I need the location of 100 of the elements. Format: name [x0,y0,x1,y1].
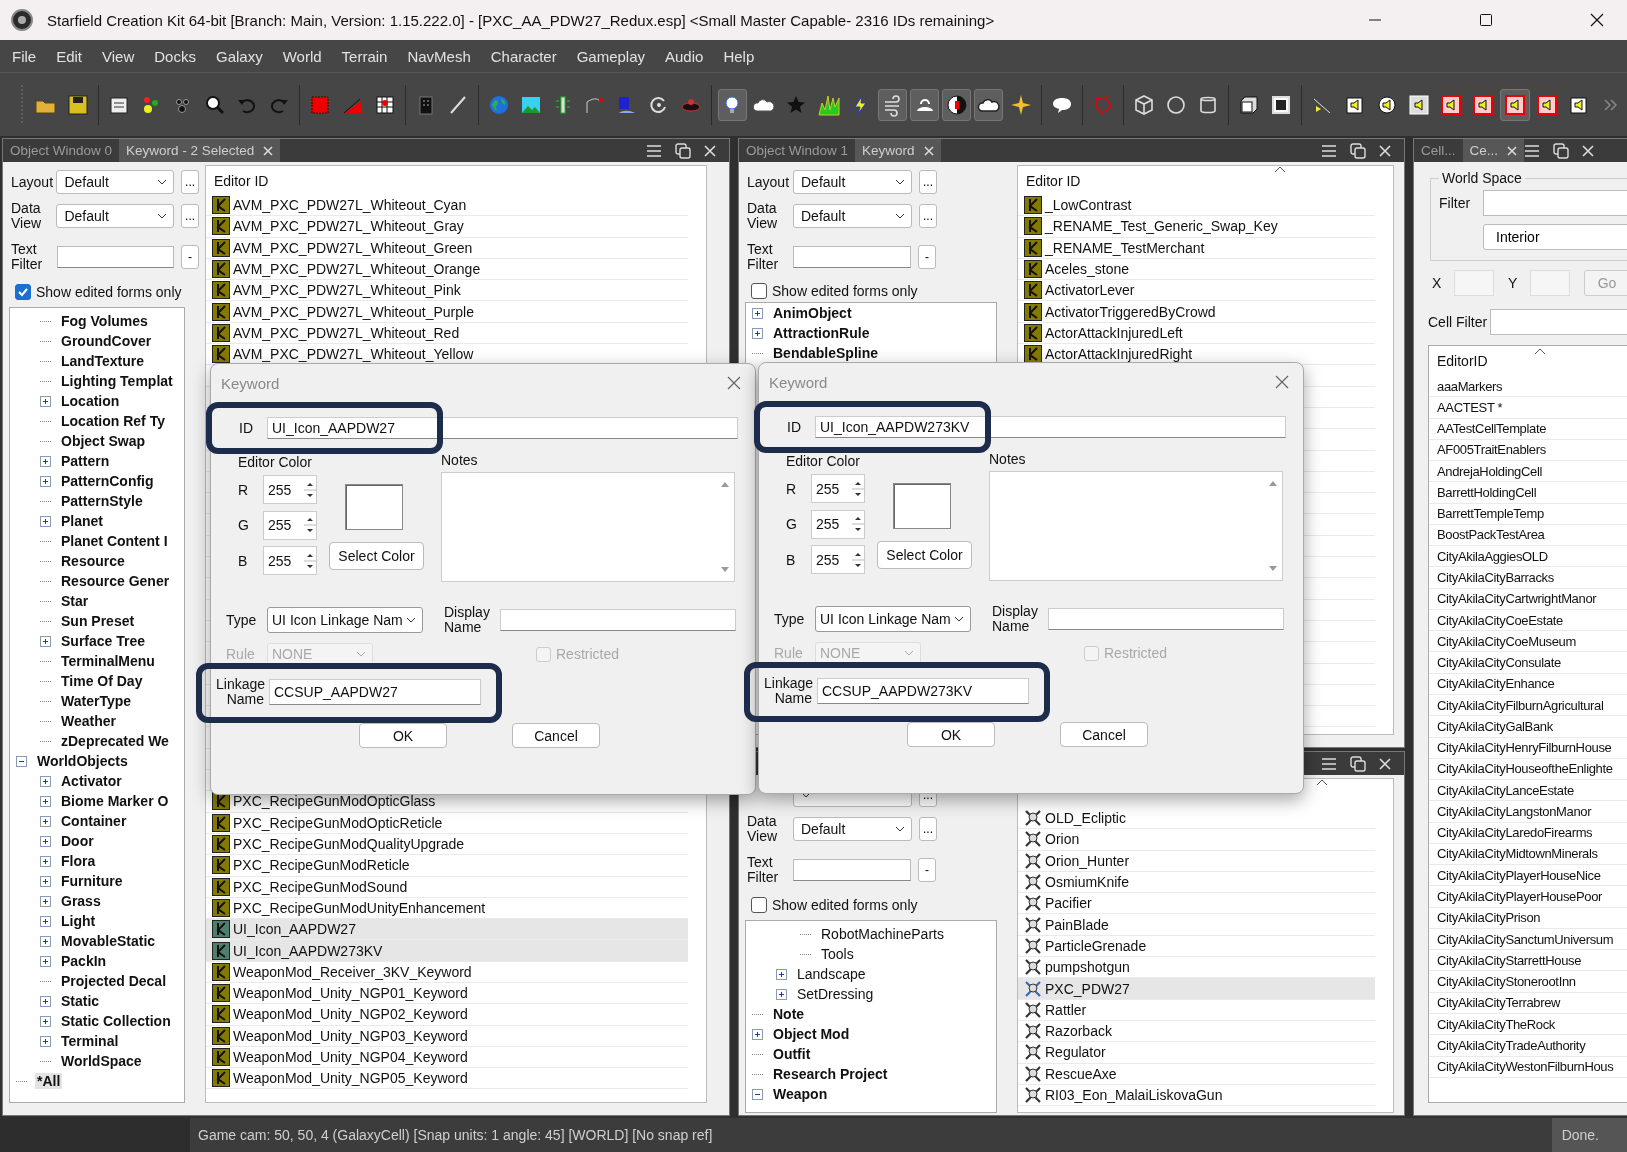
tree-item[interactable]: Projected Decal [59,973,169,989]
expand-icon[interactable] [40,455,51,467]
tree-item[interactable]: Sun Preset [59,613,137,629]
tree-item[interactable]: LandTexture [59,353,146,369]
list-row[interactable]: Pacifier [1018,893,1375,915]
cell-row[interactable]: AndrejaHoldingCell [1429,461,1627,483]
cell-filter-field[interactable] [1490,309,1627,335]
cell-row[interactable]: CityAkilaCityWestonFilburnHous [1429,1056,1627,1078]
cancel-button[interactable]: Cancel [512,723,600,748]
expand-icon[interactable] [40,935,51,947]
toolbar-button[interactable] [942,88,972,121]
tree-item[interactable]: WaterType [59,693,133,709]
cell-row[interactable]: AACTEST * [1429,397,1627,419]
toolbar-button[interactable] [974,88,1004,121]
filter-field[interactable] [1483,190,1627,216]
list-row[interactable]: UI_Icon_AAPDW27 [206,919,688,941]
expand-icon[interactable] [40,835,51,847]
column-header[interactable]: Editor ID [1018,172,1081,189]
tree-item[interactable]: Object Swap [59,433,148,449]
cell-row[interactable]: CityAkilaCityMidtownMinerals [1429,843,1627,866]
expand-icon[interactable] [40,895,51,907]
y-field[interactable] [1530,270,1570,296]
tree-item[interactable]: Activator [59,773,124,789]
list-row[interactable]: WeaponMod_Unity_NGP05_Keyword [206,1068,688,1090]
list-row[interactable]: PainBlade [1018,914,1375,936]
list-row[interactable]: _LowContrast [1018,195,1375,217]
tree-item[interactable]: Resource Gener [59,573,172,589]
list-row[interactable]: Razorback [1018,1020,1375,1043]
cancel-button[interactable]: Cancel [1060,722,1148,747]
list-row[interactable]: WeaponMod_Unity_NGP02_Keyword [206,1004,688,1026]
checkbox[interactable] [751,897,767,913]
menu-item[interactable]: Edit [46,47,93,65]
cell-row[interactable]: CityAkilaCityGalBank [1429,716,1627,738]
id-field[interactable]: UI_Icon_AAPDW27 [267,417,738,439]
column-header[interactable]: EditorID [1429,353,1488,369]
menu-item[interactable]: Docks [144,47,206,65]
cell-row[interactable]: CityAkilaCitySanctumUniversum [1429,928,1627,951]
tree-item[interactable]: Grass [59,893,103,909]
list-row[interactable]: UI_Icon_AAPDW273KV [206,940,688,962]
type-dropdown[interactable]: UI Icon Linkage Nam [815,606,971,632]
text-filter-field[interactable] [793,859,911,881]
more-button[interactable]: ... [181,204,199,228]
expand-icon[interactable] [40,815,51,827]
list-row[interactable]: WeaponMod_Unity_NGP04_Keyword [206,1046,688,1069]
menu-item[interactable]: File [2,47,47,65]
list-row[interactable]: ActivatorTriggeredByCrowd [1018,301,1375,323]
tree-item[interactable]: BendableSpline [771,345,881,361]
linkage-name-field[interactable]: CCSUP_AAPDW273KV [817,678,1029,704]
tree-item[interactable]: Outfit [771,1046,813,1062]
expand-icon[interactable] [40,515,51,527]
data-view-dropdown[interactable]: Default [793,204,912,228]
text-filter-field[interactable] [56,246,175,268]
list-row[interactable]: Aceles_stone [1018,258,1375,281]
cell-row[interactable]: CityAkilaCityPlayerHousePoor [1429,886,1627,908]
spin-box[interactable]: 255 [263,546,317,576]
float-icon[interactable] [1350,142,1366,159]
list-row[interactable]: AVM_PXC_PDW27L_Whiteout_Orange [206,258,688,281]
expand-icon[interactable] [752,327,763,339]
x-field[interactable] [1454,270,1494,296]
menu-item[interactable]: Help [713,47,765,65]
list-row[interactable]: ActivatorLever [1018,280,1375,302]
menu-item[interactable]: Audio [655,47,714,65]
clear-button[interactable]: - [918,858,936,882]
toolbar-button[interactable] [910,88,940,121]
float-icon[interactable] [1553,142,1570,159]
list-row[interactable]: ParticleGrenade [1018,935,1375,958]
tab[interactable]: Keyword - 2 Selected [119,139,281,162]
tree-item[interactable]: Pattern [59,453,112,469]
tree-item[interactable]: Planet [59,513,105,529]
tree-item[interactable]: *All [35,1073,63,1089]
tree-item[interactable]: Research Project [771,1066,890,1082]
cell-row[interactable]: CityAkilaCityStarrettHouse [1429,950,1627,972]
collapse-icon[interactable] [752,1088,763,1100]
tree-item[interactable]: Container [59,813,129,829]
cell-row[interactable]: CityAkilaCityTheRock [1429,1013,1627,1036]
tree-item[interactable]: Location Ref Ty [59,413,167,429]
tab[interactable]: Ce... [1462,139,1525,162]
checkbox[interactable] [15,284,31,300]
more-button[interactable]: ... [919,817,937,841]
menu-icon[interactable] [1321,756,1337,771]
tree-item[interactable]: zDeprecated We [59,733,171,749]
select-color-button[interactable]: Select Color [877,541,972,569]
cell-row[interactable]: CityAkilaCityFilburnAgricultural [1429,695,1627,717]
list-row[interactable]: AVM_PXC_PDW27L_Whiteout_Pink [206,280,688,302]
tree-item[interactable]: Weather [59,713,118,729]
tree-item[interactable]: Tools [819,946,856,962]
list-row[interactable]: _RENAME_TestMerchant [1018,237,1375,259]
expand-icon[interactable] [40,915,51,927]
menu-item[interactable]: World [272,47,332,65]
tab[interactable]: Object Window 1 [739,139,856,162]
expand-icon[interactable] [40,395,51,407]
menu-item[interactable]: NavMesh [397,47,481,65]
id-field[interactable]: UI_Icon_AAPDW273KV [815,416,1286,438]
tree-item[interactable]: Light [59,913,98,929]
tree-item[interactable]: WorldSpace [59,1053,144,1069]
tree-item[interactable]: Lighting Templat [59,373,175,389]
expand-icon[interactable] [776,968,787,980]
menu-item[interactable]: Character [480,47,567,65]
list-row[interactable]: Orion_Hunter [1018,850,1375,872]
list-row[interactable]: Regulator [1018,1042,1375,1064]
